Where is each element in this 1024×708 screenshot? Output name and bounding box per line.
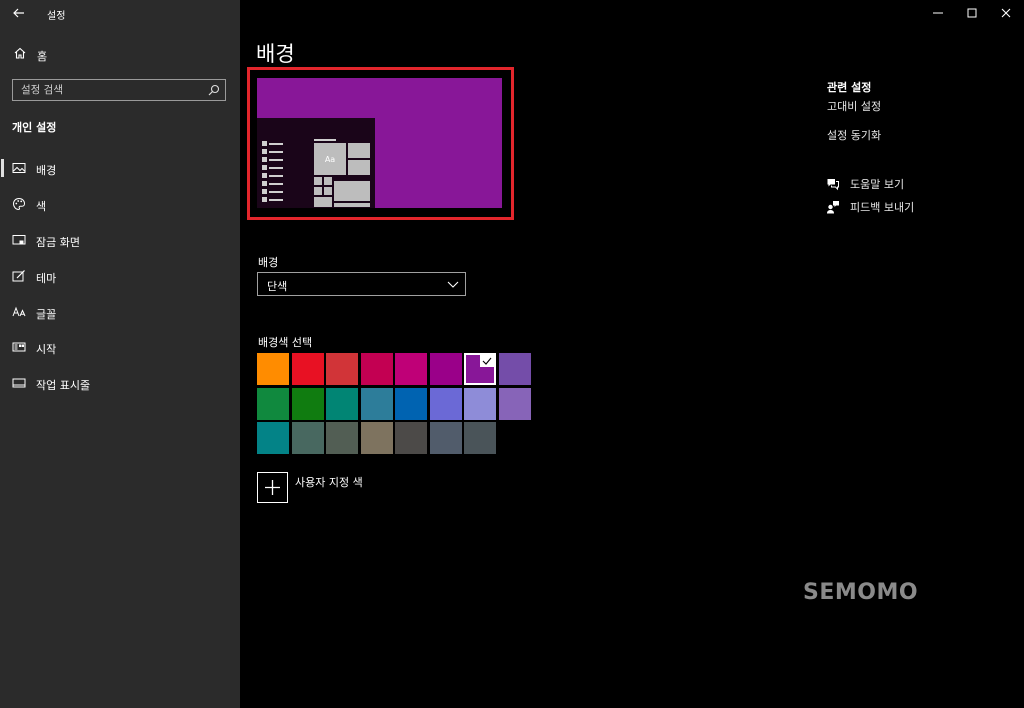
related-settings-title: 관련 설정 [827, 81, 872, 94]
maximize-button[interactable] [955, 3, 989, 23]
color-swatch[interactable] [291, 422, 324, 454]
preview-window: Aa [257, 118, 375, 208]
app-title: 설정 [47, 11, 66, 22]
background-type-label: 배경 [258, 256, 279, 269]
sidebar-item-label: 작업 표시줄 [36, 379, 91, 392]
high-contrast-link[interactable]: 고대비 설정 [827, 98, 881, 114]
sidebar-item-taskbar[interactable]: 작업 표시줄 [0, 370, 240, 396]
sidebar-item-label: 시작 [36, 343, 57, 356]
lock-screen-icon [12, 235, 26, 245]
minimize-button[interactable] [921, 3, 955, 23]
close-icon [1001, 8, 1011, 18]
chevron-down-icon [447, 281, 459, 288]
send-feedback-label: 피드백 보내기 [850, 201, 915, 214]
color-picker-label: 배경색 선택 [258, 336, 313, 349]
section-header: 개인 설정 [12, 121, 57, 134]
home-icon [14, 47, 26, 59]
back-button[interactable] [8, 3, 30, 23]
feedback-person-icon [827, 201, 839, 214]
color-swatch[interactable] [326, 387, 358, 420]
help-chat-icon [827, 179, 839, 191]
color-swatch-selected[interactable] [464, 353, 496, 385]
color-swatch[interactable] [360, 387, 393, 420]
preview-sample-text: Aa [313, 142, 347, 176]
sync-settings-link[interactable]: 설정 동기화 [827, 127, 881, 143]
color-swatch[interactable] [395, 422, 427, 454]
color-swatch[interactable] [464, 422, 496, 454]
color-swatch[interactable] [291, 353, 324, 385]
search-icon[interactable] [208, 84, 220, 96]
sidebar-item-fonts[interactable]: 글꼴 [0, 299, 240, 325]
sidebar-item-background[interactable]: 배경 [0, 155, 240, 181]
sidebar-item-lock-screen[interactable]: 잠금 화면 [0, 227, 240, 253]
sidebar: 설정 홈 개인 설정 배경 색 잠금 화면 [0, 0, 240, 708]
color-swatch[interactable] [464, 387, 496, 420]
sidebar-item-home[interactable]: 홈 [0, 44, 240, 66]
sidebar-item-label: 홈 [37, 50, 48, 63]
minimize-icon [933, 12, 943, 14]
color-swatch[interactable] [257, 387, 289, 420]
sidebar-item-label: 테마 [36, 272, 57, 285]
color-swatch[interactable] [360, 353, 393, 385]
color-swatch[interactable] [395, 387, 427, 420]
background-type-dropdown[interactable]: 단색 [257, 272, 466, 296]
color-swatch[interactable] [429, 353, 462, 385]
close-button[interactable] [989, 3, 1023, 23]
page-title: 배경 [256, 42, 295, 66]
back-arrow-icon [13, 8, 24, 18]
image-icon [12, 163, 26, 173]
color-swatch[interactable] [429, 387, 462, 420]
color-swatch[interactable] [360, 422, 393, 454]
taskbar-icon [12, 378, 26, 388]
sidebar-item-label: 잠금 화면 [36, 236, 80, 249]
color-swatch[interactable] [498, 387, 531, 420]
font-icon [12, 306, 26, 317]
color-swatch[interactable] [395, 353, 427, 385]
sidebar-item-color[interactable]: 색 [0, 191, 240, 217]
theme-icon [12, 270, 25, 282]
custom-color-button[interactable] [257, 472, 288, 503]
search-box[interactable] [12, 79, 226, 101]
maximize-icon [967, 8, 977, 18]
search-input[interactable] [21, 83, 201, 97]
color-swatch[interactable] [257, 422, 289, 454]
start-icon [12, 342, 26, 352]
background-type-value: 단색 [267, 280, 288, 293]
palette-icon [12, 197, 26, 211]
plus-icon [265, 480, 280, 495]
sidebar-item-theme[interactable]: 테마 [0, 263, 240, 289]
sidebar-item-label: 글꼴 [36, 308, 57, 321]
sidebar-item-label: 배경 [36, 164, 57, 177]
color-swatch[interactable] [291, 387, 324, 420]
sidebar-item-label: 색 [36, 200, 47, 213]
custom-color-label[interactable]: 사용자 지정 색 [295, 474, 363, 490]
get-help-label: 도움말 보기 [850, 178, 905, 191]
background-preview: Aa [257, 78, 502, 208]
color-swatch[interactable] [498, 353, 531, 385]
color-swatch[interactable] [429, 422, 462, 454]
watermark: SEMOMO [803, 580, 919, 605]
sidebar-item-start[interactable]: 시작 [0, 334, 240, 360]
color-swatch[interactable] [326, 422, 358, 454]
color-swatch[interactable] [326, 353, 358, 385]
checkmark-icon [480, 355, 494, 367]
title-bar: 설정 [0, 0, 240, 26]
color-swatch[interactable] [257, 353, 289, 385]
